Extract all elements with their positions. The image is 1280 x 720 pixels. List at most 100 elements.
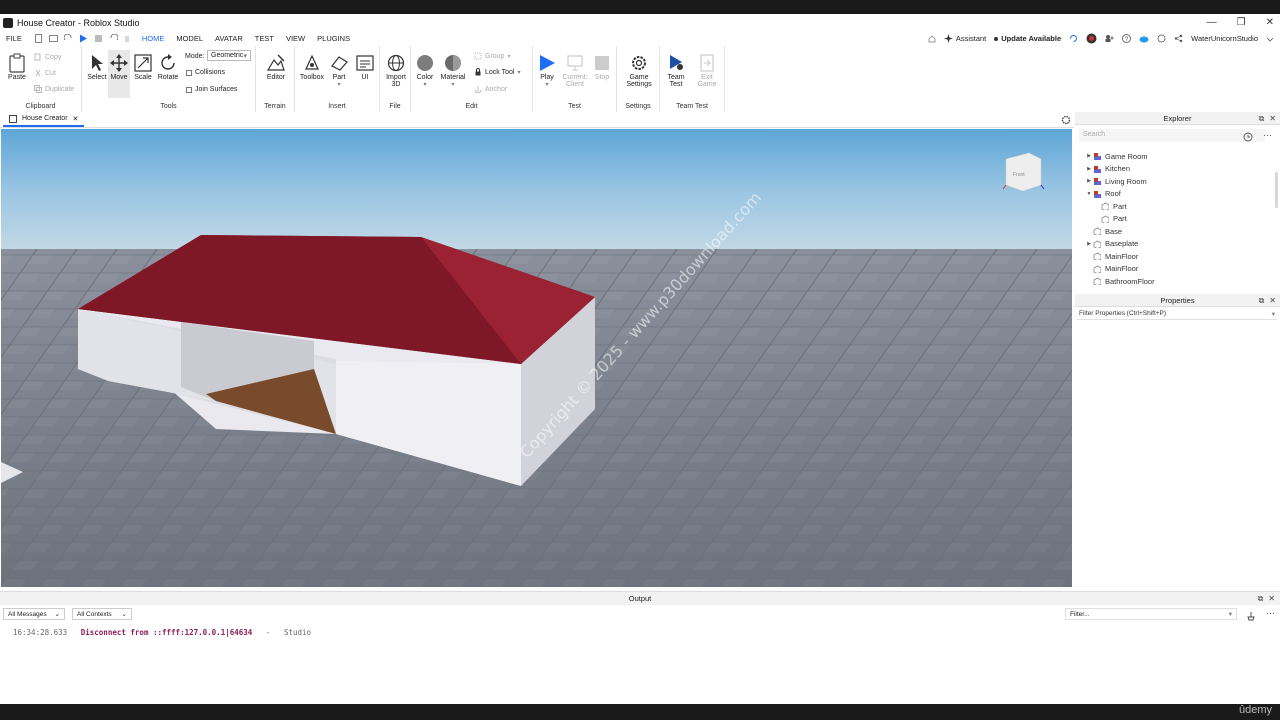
mode-select[interactable]: Geometric ▾ — [207, 50, 251, 61]
refresh-icon[interactable] — [1069, 34, 1078, 43]
collisions-checkbox[interactable] — [186, 69, 192, 76]
tab-model[interactable]: MODEL — [170, 34, 209, 43]
color-button[interactable]: Color ▾ — [413, 54, 437, 88]
collapsed-chevron-icon[interactable]: ▶ — [1085, 241, 1093, 247]
duplicate-icon — [34, 85, 42, 93]
record-icon[interactable] — [1086, 33, 1097, 44]
exit-game-button[interactable]: Exit Game — [694, 54, 720, 88]
paste-button[interactable]: Paste — [4, 53, 30, 81]
cut-button[interactable]: Cut — [34, 69, 56, 77]
anchor-button[interactable]: Anchor — [474, 85, 507, 93]
ui-button[interactable]: UI — [353, 54, 377, 81]
team-test-button[interactable]: Team Test — [663, 54, 689, 88]
join-surfaces-toggle[interactable]: Join Surfaces — [186, 86, 237, 93]
messages-filter-dropdown[interactable]: All Messages ⌄ — [3, 608, 65, 620]
move-tool-button[interactable]: Move — [108, 50, 130, 98]
history-icon[interactable] — [1243, 132, 1253, 142]
close-window-button[interactable]: ✕ — [1266, 17, 1274, 28]
explorer-item-roof[interactable]: ▼ Roof — [1085, 188, 1121, 200]
rotate-tool-button[interactable]: Rotate — [156, 54, 180, 81]
explorer-item-baseplate[interactable]: ▶ Baseplate — [1085, 238, 1138, 250]
home-icon[interactable] — [928, 35, 936, 43]
explorer-item-mainfloor[interactable]: MainFloor — [1085, 263, 1138, 275]
tab-home[interactable]: HOME — [136, 34, 171, 43]
cloud-icon[interactable] — [1139, 34, 1149, 43]
new-file-icon[interactable] — [34, 34, 43, 43]
tab-view[interactable]: VIEW — [280, 34, 311, 43]
explorer-search-input[interactable]: Search — [1079, 129, 1265, 142]
output-more-icon[interactable]: ⋯ — [1266, 608, 1275, 619]
output-popout-icon[interactable]: ⧉ — [1258, 592, 1264, 605]
scale-tool-button[interactable]: Scale — [132, 54, 154, 81]
redo-icon[interactable] — [63, 34, 73, 43]
explorer-item-part[interactable]: Part — [1093, 200, 1127, 212]
tab-house-creator[interactable]: House Creator ✕ — [3, 112, 85, 127]
play-button[interactable]: Play ▾ — [535, 54, 559, 88]
import-3d-button[interactable]: Import 3D — [383, 54, 409, 88]
screen-top-bar — [0, 0, 1280, 14]
explorer-item-kitchen[interactable]: ▶ Kitchen — [1085, 163, 1130, 175]
customize-toolbar-icon[interactable] — [124, 34, 130, 43]
game-settings-button[interactable]: Game Settings — [623, 54, 655, 88]
join-surfaces-checkbox[interactable] — [186, 86, 192, 93]
open-file-icon[interactable] — [48, 34, 58, 43]
help-icon[interactable]: ? — [1122, 34, 1132, 43]
collapsed-chevron-icon[interactable]: ▶ — [1085, 178, 1093, 184]
contexts-filter-dropdown[interactable]: All Contexts ⌄ — [72, 608, 132, 620]
collapsed-chevron-icon[interactable]: ▶ — [1085, 166, 1093, 172]
explorer-popout-icon[interactable]: ⧉ — [1259, 112, 1265, 125]
view-cube[interactable]: Front — [1002, 152, 1045, 192]
play-quick-icon[interactable] — [79, 34, 88, 43]
part-button[interactable]: Part ▾ — [327, 54, 351, 88]
close-tab-icon[interactable]: ✕ — [73, 115, 79, 123]
user-name[interactable]: WaterUnicornStudio — [1191, 34, 1258, 43]
explorer-item-mainfloor[interactable]: MainFloor — [1085, 250, 1138, 262]
clear-output-broom-icon[interactable] — [1246, 611, 1256, 621]
explorer-scrollbar[interactable] — [1275, 172, 1278, 208]
stop-quick-icon[interactable] — [94, 34, 103, 43]
explorer-item-bathroomfloor[interactable]: BathroomFloor — [1085, 275, 1155, 287]
menu-file[interactable]: FILE — [0, 34, 28, 43]
explorer-more-icon[interactable]: ⋯ — [1263, 130, 1272, 141]
edit-group-label: Edit — [465, 103, 478, 110]
explorer-item-game-room[interactable]: ▶ Game Room — [1085, 150, 1147, 162]
maximize-button[interactable]: ❐ — [1237, 17, 1246, 28]
update-available-button[interactable]: Update Available — [994, 34, 1061, 43]
expanded-chevron-icon[interactable]: ▼ — [1085, 191, 1093, 197]
material-button[interactable]: Material ▾ — [438, 54, 468, 88]
properties-filter-input[interactable]: Filter Properties (Ctrl+Shift+P) ▾ — [1077, 309, 1277, 320]
3d-viewport[interactable]: Front Copyright © 2025 - www.p30download… — [1, 129, 1072, 587]
current-client-button[interactable]: Current: Client — [560, 54, 590, 88]
tab-avatar[interactable]: AVATAR — [209, 34, 249, 43]
user-menu-chevron-icon[interactable] — [1266, 35, 1274, 43]
collapsed-chevron-icon[interactable]: ▶ — [1085, 153, 1093, 159]
settings-icon[interactable] — [1157, 34, 1166, 43]
stop-button[interactable]: Stop — [591, 54, 613, 81]
lock-tool-button[interactable]: Lock Tool ▾ — [474, 68, 520, 76]
explorer-item-part[interactable]: Part — [1093, 213, 1127, 225]
explorer-close-icon[interactable]: ✕ — [1269, 112, 1276, 125]
share-icon[interactable] — [1174, 34, 1183, 43]
assistant-button[interactable]: Assistant — [943, 34, 986, 43]
properties-popout-icon[interactable]: ⧉ — [1259, 294, 1265, 307]
explorer-item-base[interactable]: Base — [1085, 225, 1122, 237]
output-filter-input[interactable]: Filter... ▾ — [1065, 608, 1237, 620]
terrain-editor-button[interactable]: Editor — [264, 54, 288, 81]
select-tool-button[interactable]: Select — [86, 54, 108, 81]
log-entry[interactable]: 16:34:28.633 Disconnect from ::ffff:127.… — [13, 628, 311, 637]
friends-icon[interactable] — [1105, 34, 1114, 43]
toolbox-button[interactable]: Toolbox — [299, 54, 325, 81]
copy-button[interactable]: Copy — [34, 53, 61, 61]
output-close-icon[interactable]: ✕ — [1268, 592, 1275, 605]
viewport-settings-gear-icon[interactable] — [1061, 115, 1071, 125]
collisions-toggle[interactable]: Collisions — [186, 69, 225, 76]
minimize-button[interactable]: — — [1207, 17, 1217, 28]
properties-filter-chevron-icon[interactable]: ▾ — [1272, 310, 1275, 318]
tab-plugins[interactable]: PLUGINS — [311, 34, 356, 43]
group-button[interactable]: Group ▾ — [474, 52, 510, 60]
properties-close-icon[interactable]: ✕ — [1269, 294, 1276, 307]
tab-test[interactable]: TEST — [249, 34, 280, 43]
undo-icon[interactable] — [109, 34, 118, 43]
explorer-item-living-room[interactable]: ▶ Living Room — [1085, 175, 1147, 187]
duplicate-button[interactable]: Duplicate — [34, 85, 74, 93]
